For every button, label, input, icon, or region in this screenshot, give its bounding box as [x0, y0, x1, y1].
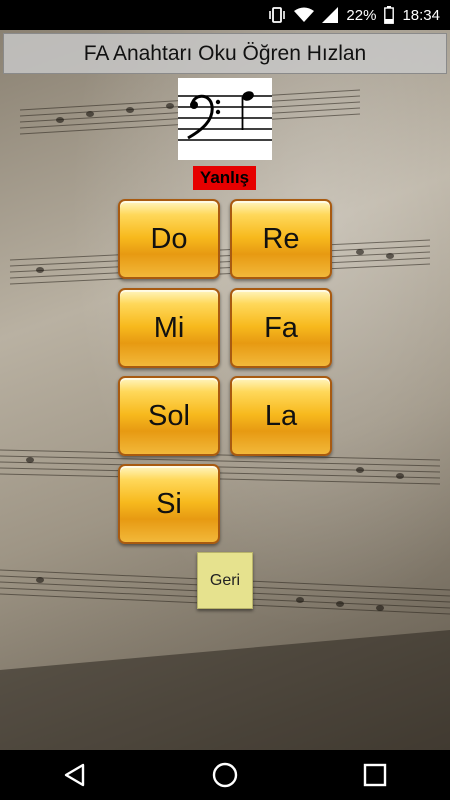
note-label: Fa: [264, 311, 298, 344]
system-nav-bar: [0, 750, 450, 800]
note-button-si[interactable]: Si: [118, 464, 220, 544]
note-button-la[interactable]: La: [230, 376, 332, 456]
note-button-fa[interactable]: Fa: [230, 288, 332, 368]
back-button[interactable]: Geri: [197, 552, 253, 609]
clock: 18:34: [402, 6, 440, 24]
note-label: Mi: [153, 311, 185, 344]
home-circle-icon[interactable]: [195, 750, 255, 800]
note-label: Re: [262, 222, 300, 255]
note-label: Si: [156, 487, 182, 520]
vibrate-icon: [268, 6, 286, 24]
wifi-icon: [294, 7, 315, 23]
note-label: Sol: [148, 399, 190, 432]
app-title: FA Anahtarı Oku Öğren Hızlan: [83, 41, 367, 65]
app-title-bar: FA Anahtarı Oku Öğren Hızlan: [3, 33, 447, 74]
note-button-re[interactable]: Re: [230, 199, 332, 279]
battery-percent: 22%: [346, 6, 377, 24]
result-label: Yanlış: [193, 166, 256, 190]
note-button-mi[interactable]: Mi: [118, 288, 220, 368]
status-bar: 22% 18:34: [0, 0, 450, 30]
note-button-do[interactable]: Do: [118, 199, 220, 279]
result-text: Yanlış: [199, 168, 250, 187]
recents-square-icon[interactable]: [345, 750, 405, 800]
signal-icon: [322, 7, 339, 23]
back-button-label: Geri: [209, 571, 241, 589]
bass-clef-note-icon: [178, 78, 272, 160]
back-triangle-icon[interactable]: [45, 750, 105, 800]
battery-icon: [384, 6, 395, 24]
note-label: Do: [150, 222, 188, 255]
note-button-sol[interactable]: Sol: [118, 376, 220, 456]
note-label: La: [264, 399, 298, 432]
